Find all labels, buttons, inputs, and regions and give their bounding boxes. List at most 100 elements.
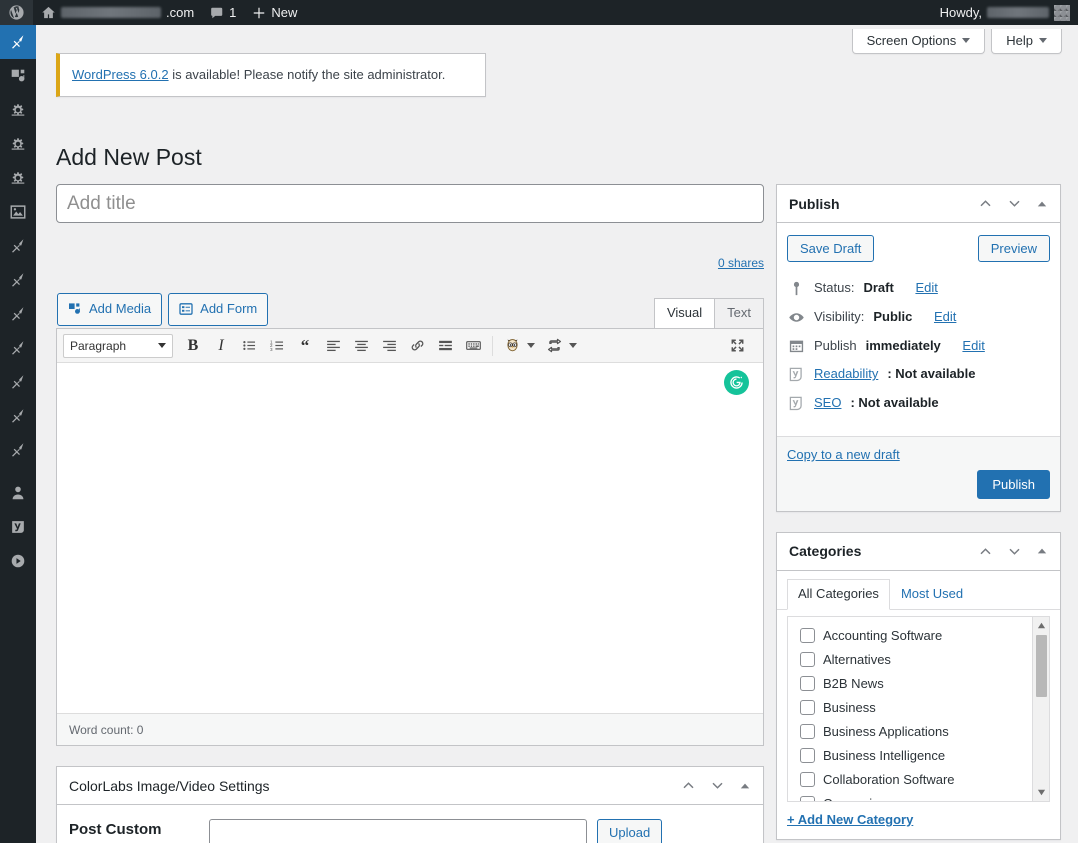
- sidebar-item-gallery[interactable]: [0, 195, 36, 229]
- bulleted-list-button[interactable]: [235, 333, 263, 359]
- tab-all-categories[interactable]: All Categories: [787, 579, 890, 610]
- tab-most-used[interactable]: Most Used: [890, 579, 974, 610]
- shares-link[interactable]: 0 shares: [718, 256, 764, 270]
- category-checkbox[interactable]: [800, 724, 815, 739]
- list-item[interactable]: Comparisons: [800, 791, 1049, 802]
- screen-options-toggle[interactable]: Screen Options: [852, 29, 986, 54]
- schedule-value: immediately: [866, 336, 941, 357]
- insert-link-button[interactable]: [403, 333, 431, 359]
- scroll-down-icon[interactable]: [1033, 785, 1049, 800]
- category-scrollbar[interactable]: [1032, 617, 1049, 801]
- owl-plugin-button[interactable]: [498, 333, 540, 359]
- seo-value: : Not available: [850, 393, 938, 414]
- bold-button[interactable]: B: [179, 333, 207, 359]
- list-item[interactable]: Alternatives: [800, 647, 1049, 671]
- add-form-button[interactable]: Add Form: [168, 293, 268, 326]
- category-checkbox[interactable]: [800, 796, 815, 803]
- toggle-panel-icon[interactable]: [1036, 545, 1048, 557]
- list-item[interactable]: Accounting Software: [800, 623, 1049, 647]
- list-item[interactable]: Business Intelligence: [800, 743, 1049, 767]
- editor-mode-tabs: Visual Text: [655, 298, 764, 329]
- add-form-label: Add Form: [200, 299, 257, 320]
- grammarly-icon[interactable]: [724, 370, 749, 395]
- comments-menu[interactable]: 1: [202, 0, 244, 25]
- list-item[interactable]: B2B News: [800, 671, 1049, 695]
- owl-plugin-icon-wrap[interactable]: [498, 333, 526, 359]
- sidebar-item-pin-7[interactable]: [0, 433, 36, 467]
- site-name-menu[interactable]: .com: [33, 0, 202, 25]
- post-title-input[interactable]: [56, 184, 764, 223]
- move-down-icon[interactable]: [1007, 196, 1022, 211]
- category-checkbox[interactable]: [800, 652, 815, 667]
- move-down-icon[interactable]: [1007, 544, 1022, 559]
- sidebar-item-pin-6[interactable]: [0, 399, 36, 433]
- category-checkbox[interactable]: [800, 676, 815, 691]
- preview-button[interactable]: Preview: [978, 235, 1050, 262]
- tab-visual[interactable]: Visual: [654, 298, 715, 329]
- my-account-menu[interactable]: Howdy,: [932, 0, 1078, 25]
- visibility-edit-link[interactable]: Edit: [934, 307, 956, 328]
- publish-footer: Copy to a new draft Publish: [777, 436, 1060, 511]
- move-up-icon[interactable]: [681, 778, 696, 793]
- numbered-list-button[interactable]: 123: [263, 333, 291, 359]
- fullscreen-button[interactable]: [723, 333, 751, 359]
- schedule-edit-link[interactable]: Edit: [962, 336, 984, 357]
- paragraph-format-select[interactable]: Paragraph: [63, 334, 173, 358]
- list-item[interactable]: Collaboration Software: [800, 767, 1049, 791]
- align-left-button[interactable]: [319, 333, 347, 359]
- add-new-category-link[interactable]: + Add New Category: [777, 802, 1060, 839]
- post-custom-image-input[interactable]: [209, 819, 587, 843]
- upload-button[interactable]: Upload: [597, 819, 662, 843]
- sidebar-item-yoast-seo[interactable]: [0, 510, 36, 544]
- help-toggle[interactable]: Help: [991, 29, 1062, 54]
- sidebar-item-pin-4[interactable]: [0, 331, 36, 365]
- wordpress-update-link[interactable]: WordPress 6.0.2: [72, 67, 169, 82]
- category-checkbox[interactable]: [800, 700, 815, 715]
- move-down-icon[interactable]: [710, 778, 725, 793]
- sidebar-item-pin-2[interactable]: [0, 263, 36, 297]
- blockquote-button[interactable]: “: [291, 333, 319, 359]
- seo-link[interactable]: SEO: [814, 393, 841, 414]
- list-item[interactable]: Business: [800, 695, 1049, 719]
- category-checkbox[interactable]: [800, 748, 815, 763]
- align-center-button[interactable]: [347, 333, 375, 359]
- sidebar-item-plugin-b[interactable]: [0, 127, 36, 161]
- wp-logo-menu[interactable]: [0, 0, 33, 25]
- sidebar-item-media[interactable]: [0, 59, 36, 93]
- word-count-label: Word count: 0: [69, 723, 143, 737]
- sidebar-item-users[interactable]: [0, 476, 36, 510]
- move-up-icon[interactable]: [978, 196, 993, 211]
- sidebar-item-plugin-a[interactable]: [0, 93, 36, 127]
- category-label: Collaboration Software: [823, 772, 955, 787]
- scroll-up-icon[interactable]: [1033, 618, 1049, 633]
- list-item[interactable]: Business Applications: [800, 719, 1049, 743]
- toggle-panel-icon[interactable]: [1036, 198, 1048, 210]
- categories-metabox: Categories All Categories Most Used Acco…: [776, 532, 1061, 840]
- move-up-icon[interactable]: [978, 544, 993, 559]
- sidebar-item-plugin-c[interactable]: [0, 161, 36, 195]
- sidebar-item-video-plugin[interactable]: [0, 544, 36, 578]
- repeat-plugin-icon-wrap[interactable]: [540, 333, 568, 359]
- publish-button[interactable]: Publish: [977, 470, 1050, 499]
- toggle-panel-icon[interactable]: [739, 780, 751, 792]
- toolbar-toggle-button[interactable]: [459, 333, 487, 359]
- category-checkbox[interactable]: [800, 628, 815, 643]
- read-more-button[interactable]: [431, 333, 459, 359]
- copy-to-new-draft-link[interactable]: Copy to a new draft: [787, 447, 1050, 462]
- readability-link[interactable]: Readability: [814, 364, 878, 385]
- add-media-button[interactable]: Add Media: [57, 293, 162, 326]
- category-checkbox[interactable]: [800, 772, 815, 787]
- sidebar-item-pin-1[interactable]: [0, 229, 36, 263]
- repeat-plugin-button[interactable]: [540, 333, 582, 359]
- tab-text[interactable]: Text: [714, 298, 764, 329]
- new-content-menu[interactable]: New: [244, 0, 305, 25]
- sidebar-item-pin-5[interactable]: [0, 365, 36, 399]
- sidebar-item-posts[interactable]: [0, 25, 36, 59]
- save-draft-button[interactable]: Save Draft: [787, 235, 874, 262]
- editor-content-area[interactable]: [57, 363, 763, 713]
- align-right-button[interactable]: [375, 333, 403, 359]
- scrollbar-thumb[interactable]: [1036, 635, 1047, 697]
- status-edit-link[interactable]: Edit: [915, 278, 937, 299]
- sidebar-item-pin-3[interactable]: [0, 297, 36, 331]
- italic-button[interactable]: I: [207, 333, 235, 359]
